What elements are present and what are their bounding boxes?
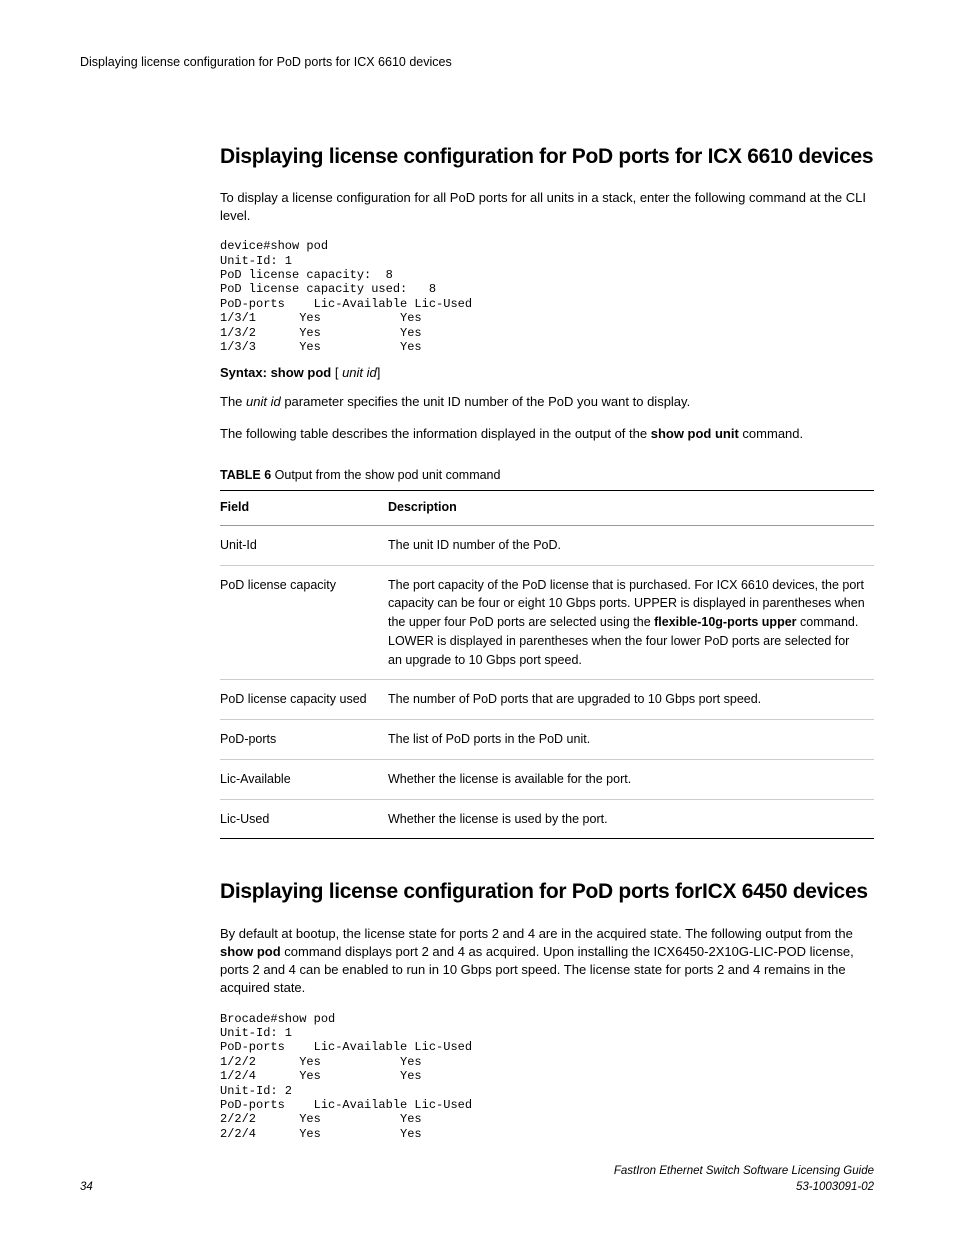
- output-table: Field Description Unit-Id The unit ID nu…: [220, 490, 874, 839]
- param-pre: The: [220, 394, 246, 409]
- param-ital: unit id: [246, 394, 281, 409]
- table-row: Unit-Id The unit ID number of the PoD.: [220, 525, 874, 565]
- th-desc: Description: [388, 491, 874, 526]
- table-intro-post: command.: [739, 426, 803, 441]
- param-post: parameter specifies the unit ID number o…: [281, 394, 690, 409]
- cell-desc: Whether the license is available for the…: [388, 759, 874, 799]
- desc-pre: The unit ID number of the PoD.: [388, 538, 561, 552]
- desc-pre: The list of PoD ports in the PoD unit.: [388, 732, 590, 746]
- syntax-close: ]: [377, 365, 381, 380]
- table-row: PoD license capacity The port capacity o…: [220, 565, 874, 680]
- table-row: PoD license capacity used The number of …: [220, 680, 874, 720]
- section1-cli: device#show pod Unit-Id: 1 PoD license c…: [220, 239, 874, 354]
- footer-docnum: 53-1003091-02: [614, 1179, 874, 1195]
- cell-desc: Whether the license is used by the port.: [388, 799, 874, 839]
- cell-desc: The number of PoD ports that are upgrade…: [388, 680, 874, 720]
- s2-intro-pre: By default at bootup, the license state …: [220, 926, 853, 941]
- page-footer: 34 FastIron Ethernet Switch Software Lic…: [80, 1163, 874, 1195]
- table-caption-rest: Output from the show pod unit command: [271, 468, 500, 482]
- section1-intro: To display a license configuration for a…: [220, 189, 874, 225]
- syntax-open: [: [331, 365, 342, 380]
- table-row: PoD-ports The list of PoD ports in the P…: [220, 720, 874, 760]
- cell-field: PoD license capacity used: [220, 680, 388, 720]
- section1-title: Displaying license configuration for PoD…: [220, 142, 874, 171]
- table-intro: The following table describes the inform…: [220, 425, 874, 443]
- page-number: 34: [80, 1179, 93, 1195]
- syntax-line: Syntax: show pod [ unit id]: [220, 364, 874, 382]
- s2-intro-post: command displays port 2 and 4 as acquire…: [220, 944, 854, 995]
- table-caption: TABLE 6 Output from the show pod unit co…: [220, 467, 874, 485]
- cell-field: Unit-Id: [220, 525, 388, 565]
- desc-pre: The number of PoD ports that are upgrade…: [388, 692, 761, 706]
- cell-field: Lic-Used: [220, 799, 388, 839]
- desc-pre: Whether the license is available for the…: [388, 772, 631, 786]
- cell-field: PoD license capacity: [220, 565, 388, 680]
- desc-bold: flexible-10g-ports upper: [654, 615, 796, 629]
- section2-cli: Brocade#show pod Unit-Id: 1 PoD-ports Li…: [220, 1012, 874, 1142]
- table-row: Lic-Available Whether the license is ava…: [220, 759, 874, 799]
- table-intro-bold: show pod unit: [651, 426, 739, 441]
- s2-intro-bold: show pod: [220, 944, 281, 959]
- running-header: Displaying license configuration for PoD…: [80, 54, 874, 72]
- cell-desc: The unit ID number of the PoD.: [388, 525, 874, 565]
- section2-intro: By default at bootup, the license state …: [220, 925, 874, 998]
- footer-title: FastIron Ethernet Switch Software Licens…: [614, 1163, 874, 1179]
- th-field: Field: [220, 491, 388, 526]
- cell-field: PoD-ports: [220, 720, 388, 760]
- syntax-label: Syntax: show pod: [220, 365, 331, 380]
- table-caption-bold: TABLE 6: [220, 468, 271, 482]
- desc-pre: Whether the license is used by the port.: [388, 812, 608, 826]
- section2-title: Displaying license configuration for PoD…: [220, 877, 874, 906]
- cell-desc: The list of PoD ports in the PoD unit.: [388, 720, 874, 760]
- syntax-arg: unit id: [342, 365, 377, 380]
- cell-desc: The port capacity of the PoD license tha…: [388, 565, 874, 680]
- table-intro-pre: The following table describes the inform…: [220, 426, 651, 441]
- cell-field: Lic-Available: [220, 759, 388, 799]
- param-desc: The unit id parameter specifies the unit…: [220, 393, 874, 411]
- table-row: Lic-Used Whether the license is used by …: [220, 799, 874, 839]
